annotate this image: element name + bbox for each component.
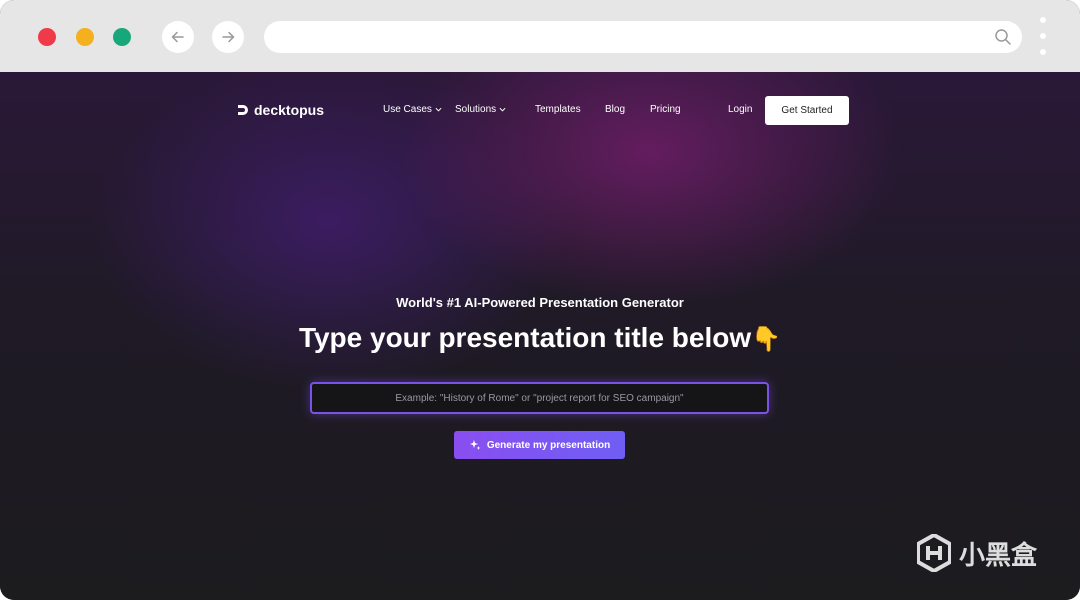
nav-blog-label: Blog [605,104,626,115]
chevron-down-icon [435,107,442,112]
generate-presentation-label: Generate my presentation [486,439,611,451]
browser-window: decktopus Use Cases Solutions Templates … [0,0,1080,600]
pointing-down-icon: 👇 [751,326,782,353]
forward-button[interactable] [212,21,244,53]
nav-templates[interactable]: Templates [535,104,581,115]
xiaoheihe-watermark: 小黑盒 [917,534,1037,572]
chevron-down-icon [499,107,506,112]
nav-pricing-label: Pricing [650,104,681,115]
hero-title-text: Type your presentation title below [298,322,752,353]
address-bar[interactable] [264,21,1022,53]
decktopus-logo-icon [238,105,248,115]
login-label: Login [728,104,753,115]
close-window-button[interactable] [38,28,56,46]
back-button[interactable] [162,21,194,53]
nav-solutions[interactable]: Solutions [455,104,506,115]
hero-title: Type your presentation title below👇 [0,322,1080,354]
get-started-button[interactable]: Get Started [765,96,849,125]
nav-use-cases-label: Use Cases [383,104,432,115]
nav-pricing[interactable]: Pricing [650,104,681,115]
nav-solutions-label: Solutions [455,104,497,115]
brand-logo[interactable]: decktopus [237,102,324,118]
nav-use-cases[interactable]: Use Cases [383,104,442,115]
xiaoheihe-logo-icon [917,534,951,572]
brand-name: decktopus [254,102,325,118]
login-link[interactable]: Login [728,104,752,115]
presentation-title-field[interactable] [310,382,769,414]
arrow-right-icon [222,31,235,43]
minimize-window-button[interactable] [76,28,94,46]
sparkle-icon [469,440,481,450]
web-page: decktopus Use Cases Solutions Templates … [0,72,1080,600]
watermark-text: 小黑盒 [959,539,1038,570]
get-started-label: Get Started [781,105,833,116]
generate-presentation-button[interactable]: Generate my presentation [454,431,625,459]
maximize-window-button[interactable] [113,28,131,46]
nav-templates-label: Templates [535,104,581,115]
browser-chrome [0,0,1080,72]
nav-blog[interactable]: Blog [605,104,625,115]
more-options-icon[interactable] [1038,17,1048,55]
arrow-left-icon [171,31,184,43]
search-icon[interactable] [994,28,1012,46]
site-navbar: decktopus Use Cases Solutions Templates … [0,72,1080,148]
presentation-title-input[interactable] [317,385,762,411]
hero-subtitle: World's #1 AI-Powered Presentation Gener… [396,295,684,310]
